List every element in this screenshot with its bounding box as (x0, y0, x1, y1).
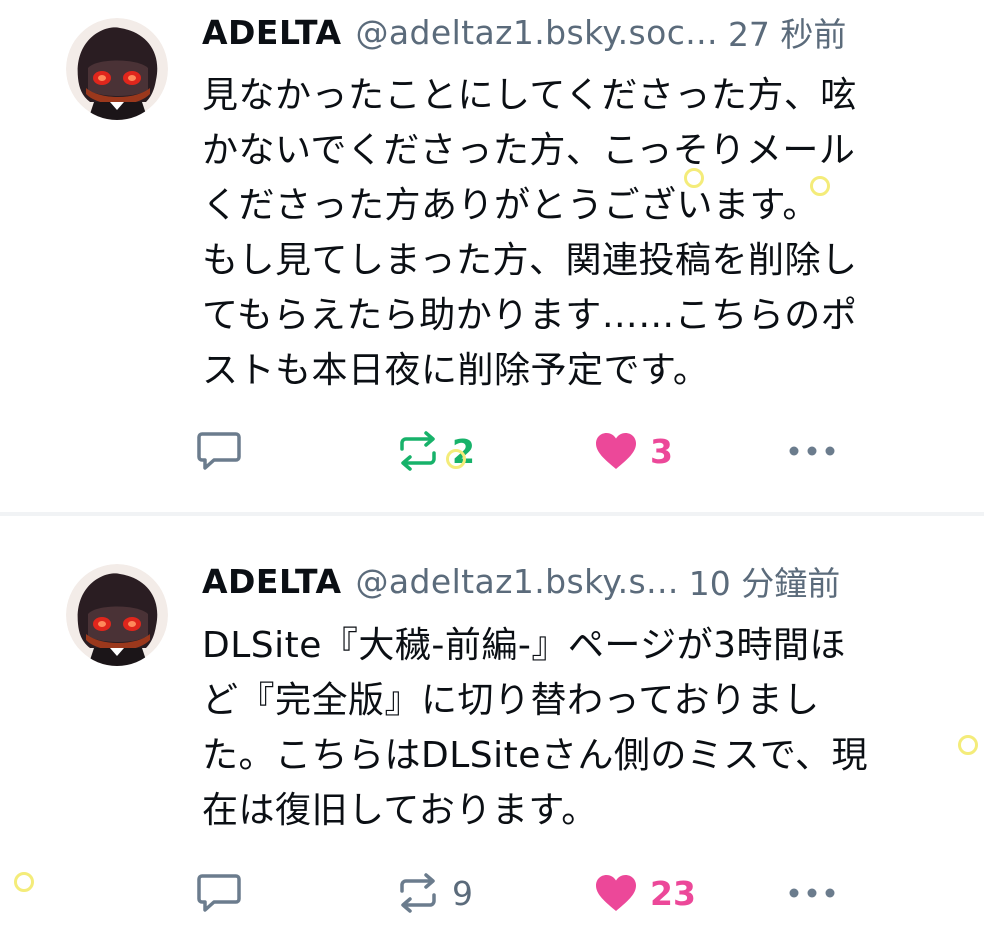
like-button[interactable]: 3 (594, 426, 673, 476)
repost-count: 9 (452, 873, 473, 913)
like-count: 3 (650, 431, 673, 471)
timestamp[interactable]: 27 秒前 (728, 8, 846, 56)
ellipsis-icon (788, 445, 836, 457)
touch-marker (958, 735, 978, 755)
speech-bubble-icon (196, 430, 242, 472)
ellipsis-icon (788, 887, 836, 899)
repost-arrows-icon (396, 873, 440, 913)
post-text: DLSite『大穢-前編-』ページが3時間ほ ど『完全版』に切り替わっておりまし… (202, 625, 868, 831)
touch-marker (810, 176, 830, 196)
handle[interactable]: @adeltaz1.bsky.s... (356, 562, 679, 601)
heart-icon (594, 873, 638, 913)
handle[interactable]: @adeltaz1.bsky.soc... (356, 13, 718, 52)
reply-button[interactable] (196, 426, 242, 476)
speech-bubble-icon (196, 872, 242, 914)
touch-marker (684, 168, 704, 188)
more-options-button[interactable] (788, 426, 836, 476)
post-actions: 9 23 (196, 868, 856, 918)
post[interactable]: ADELTA @adeltaz1.bsky.s... 10 分鐘前 DLSite… (0, 516, 984, 930)
post-header: ADELTA @adeltaz1.bsky.soc... 27 秒前 (202, 9, 966, 55)
like-count: 23 (650, 873, 696, 913)
repost-arrows-icon (396, 431, 440, 471)
timestamp[interactable]: 10 分鐘前 (689, 557, 840, 605)
avatar[interactable] (66, 564, 168, 666)
avatar[interactable] (66, 18, 168, 120)
like-button[interactable]: 23 (594, 868, 696, 918)
post-actions: 2 3 (196, 426, 856, 476)
post-text: 見なかったことにしてくださった方、呟 かないでくださった方、こっそりメール くだ… (202, 75, 858, 391)
more-options-button[interactable] (788, 868, 836, 918)
display-name[interactable]: ADELTA (202, 13, 342, 52)
post-header: ADELTA @adeltaz1.bsky.s... 10 分鐘前 (202, 558, 966, 604)
touch-marker (446, 449, 466, 469)
repost-button[interactable]: 9 (396, 868, 473, 918)
heart-icon (594, 431, 638, 471)
touch-marker (14, 872, 34, 892)
display-name[interactable]: ADELTA (202, 562, 342, 601)
reply-button[interactable] (196, 868, 242, 918)
post[interactable]: ADELTA @adeltaz1.bsky.soc... 27 秒前 見なかった… (0, 0, 984, 512)
